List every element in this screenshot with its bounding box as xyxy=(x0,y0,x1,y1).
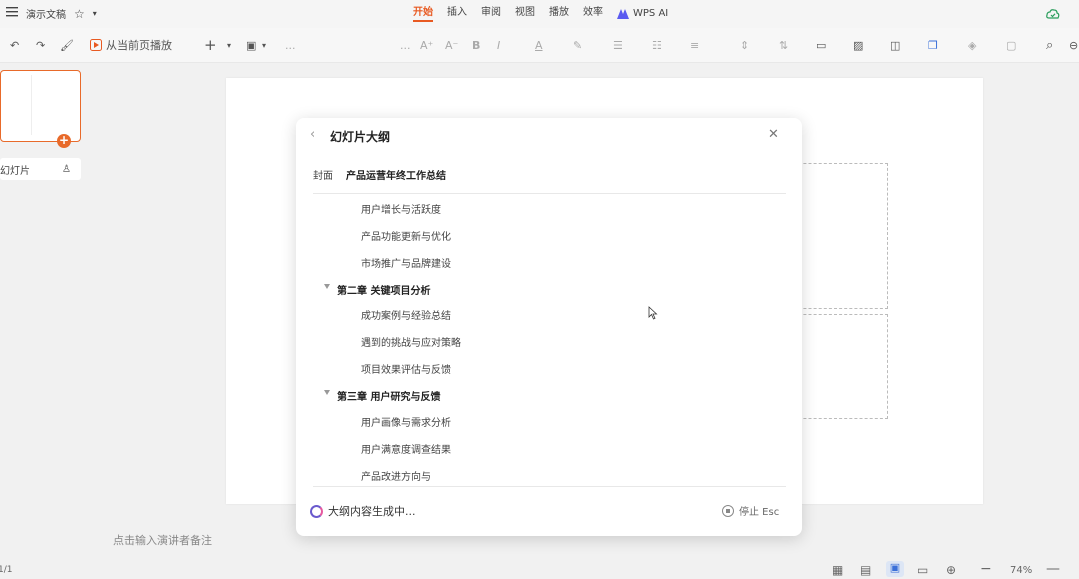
list-item: 市场推广与品牌建设 xyxy=(361,259,451,270)
text-direction-icon[interactable]: ⇅ xyxy=(779,37,788,53)
bold-icon[interactable]: B xyxy=(472,37,480,53)
generating-text: 大纲内容生成中... xyxy=(328,505,416,518)
cloud-sync-icon[interactable] xyxy=(1046,8,1060,20)
arrange-icon[interactable]: ❐ xyxy=(928,37,938,53)
italic-icon[interactable]: I xyxy=(497,37,500,53)
list-item: 用户画像与需求分析 xyxy=(361,418,451,429)
normal-view-icon[interactable]: ▦ xyxy=(832,563,843,577)
undo-icon[interactable]: ↶ xyxy=(10,37,19,53)
picture-icon[interactable]: ▨ xyxy=(853,37,863,53)
cover-title: 产品运营年终工作总结 xyxy=(346,171,446,182)
numbered-list-icon[interactable]: ≡ xyxy=(690,37,699,53)
chevron-down-icon[interactable]: ▾ xyxy=(93,9,97,18)
speaker-notes[interactable]: 点击输入演讲者备注 xyxy=(113,532,212,548)
zoom-out-icon[interactable]: − xyxy=(980,561,992,577)
bullet-list-icon[interactable]: ☷ xyxy=(652,37,662,53)
collapse-icon[interactable] xyxy=(324,390,330,395)
play-label: 从当前页播放 xyxy=(106,39,172,52)
zoom-level[interactable]: 74% xyxy=(1010,565,1032,576)
font-color-icon[interactable]: A xyxy=(535,37,543,53)
highlight-icon[interactable]: ✎ xyxy=(573,37,582,53)
font-name-select[interactable]: ... xyxy=(285,37,296,53)
dialog-title: 幻灯片大纲 xyxy=(330,130,391,144)
tab-play[interactable]: 播放 xyxy=(549,6,569,22)
title-bar: 演示文稿 ☆ ▾ 开始 插入 审阅 视图 播放 效率 WPS AI xyxy=(0,0,1079,28)
slide-thumbnail[interactable]: + xyxy=(0,70,81,148)
globe-icon[interactable]: ⊕ xyxy=(946,563,956,577)
notes-view-icon[interactable]: ▭ xyxy=(917,563,928,577)
tab-home[interactable]: 开始 xyxy=(413,6,433,22)
add-slide-icon[interactable]: + xyxy=(57,134,71,148)
divider xyxy=(313,193,786,194)
list-item: 产品改进方向与 xyxy=(361,472,431,483)
wps-ai-label: WPS AI xyxy=(633,8,669,19)
tab-insert[interactable]: 插入 xyxy=(447,6,467,22)
chevron-down-icon[interactable]: ▾ xyxy=(227,37,231,53)
close-icon[interactable]: ✕ xyxy=(768,127,779,142)
new-slide-label: 新幻灯片 xyxy=(0,165,30,177)
stop-label: 停止 Esc xyxy=(739,507,780,518)
textbox-icon[interactable]: ▭ xyxy=(816,37,826,53)
chapter-title: 第二章 关键项目分析 xyxy=(337,286,431,297)
outline-dialog: ‹ 幻灯片大纲 ✕ 封面 产品运营年终工作总结 用户增长与活跃度 产品功能更新与… xyxy=(296,118,802,536)
toolbar: ↶ ↷ 🖌 从当前页播放 + ▾ ▣ ▾ ... ... A⁺ A⁻ B I A… xyxy=(0,28,1079,63)
page-indicator: 1/1 xyxy=(0,565,13,575)
shape-icon[interactable]: ◫ xyxy=(890,37,900,53)
status-bar: 1/1 ▦ ▤ ▣ ▭ ⊕ − 74% — xyxy=(0,560,1079,579)
layout-icon[interactable]: ▣ xyxy=(246,37,256,53)
cursor-icon xyxy=(648,306,658,320)
list-item: 产品功能更新与优化 xyxy=(361,232,451,243)
redo-icon[interactable]: ↷ xyxy=(36,37,45,53)
new-slide-button[interactable]: 新幻灯片 ♙ xyxy=(0,158,81,180)
list-item: 项目效果评估与反馈 xyxy=(361,365,451,376)
play-icon xyxy=(90,39,102,51)
reading-view-icon[interactable]: ▣ xyxy=(886,561,904,577)
star-icon[interactable]: ☆ xyxy=(74,7,85,21)
align-icon[interactable]: ☰ xyxy=(613,37,623,53)
more-icon[interactable]: ⊖ xyxy=(1069,37,1078,53)
decrease-font-icon[interactable]: A⁻ xyxy=(445,37,458,53)
divider xyxy=(313,486,786,487)
list-item: 成功案例与经验总结 xyxy=(361,311,451,322)
back-icon[interactable]: ‹ xyxy=(310,127,315,142)
play-from-current-button[interactable]: 从当前页播放 xyxy=(90,37,172,53)
chapter-item: 第三章 用户研究与反馈 xyxy=(324,388,441,403)
stop-button[interactable]: 停止 Esc xyxy=(722,503,779,518)
chapter-item: 第二章 关键项目分析 xyxy=(324,282,431,297)
format-painter-icon[interactable]: 🖌 xyxy=(60,37,74,53)
stop-icon xyxy=(722,504,734,517)
list-item: 用户增长与活跃度 xyxy=(361,205,441,216)
sorter-view-icon[interactable]: ▤ xyxy=(860,563,871,577)
fill-icon[interactable]: ◈ xyxy=(968,37,976,53)
line-spacing-icon[interactable]: ⇕ xyxy=(740,37,749,53)
font-size-select[interactable]: ... xyxy=(400,37,411,53)
menu-icon[interactable] xyxy=(6,7,18,20)
template-icon[interactable]: ♙ xyxy=(62,164,71,175)
tab-review[interactable]: 审阅 xyxy=(481,6,501,22)
increase-font-icon[interactable]: A⁺ xyxy=(420,37,433,53)
collapse-icon[interactable] xyxy=(324,284,330,289)
document-name[interactable]: 演示文稿 xyxy=(26,6,66,21)
border-icon[interactable]: ▢ xyxy=(1006,37,1016,53)
cover-label: 封面 xyxy=(313,171,333,182)
wps-ai-icon xyxy=(617,9,629,19)
chevron-down-icon[interactable]: ▾ xyxy=(262,37,266,53)
tab-efficiency[interactable]: 效率 xyxy=(583,6,603,22)
search-icon[interactable]: ⌕ xyxy=(1046,37,1053,53)
zoom-slider[interactable]: — xyxy=(1046,561,1060,577)
tab-wps-ai[interactable]: WPS AI xyxy=(617,6,668,22)
ribbon-tabs: 开始 插入 审阅 视图 播放 效率 WPS AI xyxy=(413,6,682,22)
plus-icon[interactable]: + xyxy=(204,36,217,54)
chapter-title: 第三章 用户研究与反馈 xyxy=(337,392,441,403)
loading-spinner-icon xyxy=(310,504,323,518)
list-item: 遇到的挑战与应对策略 xyxy=(361,338,461,349)
list-item: 用户满意度调查结果 xyxy=(361,445,451,456)
cover-row: 封面 产品运营年终工作总结 xyxy=(313,167,446,182)
generating-status: 大纲内容生成中... xyxy=(310,503,416,519)
tab-view[interactable]: 视图 xyxy=(515,6,535,22)
